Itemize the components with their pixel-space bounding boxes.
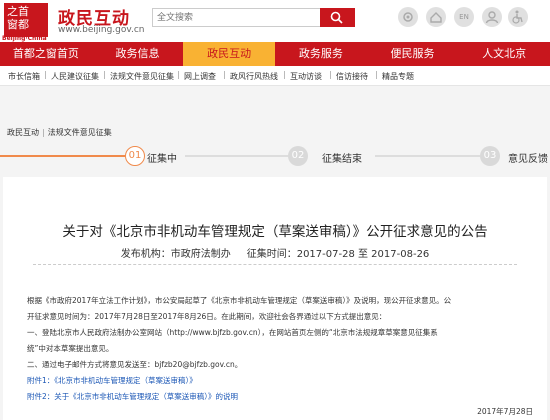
subnav-separator: | — [177, 70, 180, 79]
subnav-item-interviews[interactable]: 互动访谈 — [290, 71, 322, 82]
step-2-indicator: 02 — [288, 146, 308, 166]
user-icon[interactable] — [482, 7, 502, 27]
article-meta: 发布机构：市政府法制办 征集时间：2017-07-28 至 2017-08-26 — [3, 245, 547, 260]
attachment-1-link[interactable]: 附件1：《北京市非机动车管理规定（草案送审稿）》 — [27, 376, 197, 385]
paragraph: 一、登陆北京市人民政府法制办公室网站（http://www.bjfzb.gov.… — [27, 328, 438, 337]
nav-item-culture[interactable]: 人文北京 — [458, 42, 550, 66]
article-body: 根据《市政府2017年立法工作计划》，市公安局起草了《北京市非机动车管理规定（草… — [27, 293, 527, 405]
progress-line-done — [0, 155, 125, 157]
subnav-item-suggestions[interactable]: 人民建议征集 — [51, 71, 99, 82]
breadcrumb: 政民互动 | 法规文件意见征集 — [7, 127, 112, 138]
subnav-item-topics[interactable]: 精品专题 — [382, 71, 414, 82]
search-button[interactable] — [320, 8, 355, 27]
accessibility-icon[interactable] — [508, 7, 528, 27]
breadcrumb-separator: | — [42, 128, 45, 137]
article-period: 征集时间：2017-07-28 至 2017-08-26 — [246, 249, 430, 260]
subnav-separator: | — [375, 70, 378, 79]
search-bar — [152, 8, 355, 27]
subnav-item-hotline[interactable]: 政风行风热线 — [230, 71, 278, 82]
step-3-label: 意见反馈 — [508, 154, 548, 165]
article-publisher: 发布机构：市政府法制办 — [120, 249, 231, 260]
site-url: www.beijing.gov.cn — [58, 25, 145, 35]
logo-subtitle: Beijing·China — [2, 35, 47, 42]
subnav-separator: | — [103, 70, 106, 79]
paragraph: 开征求意见时间为：2017年7月28日至2017年8月26日。在此期间，欢迎社会… — [27, 312, 387, 321]
gear-icon[interactable] — [398, 7, 418, 27]
step-2-label: 征集结束 — [322, 154, 362, 165]
breadcrumb-interaction[interactable]: 政民互动 — [7, 128, 39, 137]
subnav-item-regulations[interactable]: 法规文件意见征集 — [110, 71, 174, 82]
step-3-indicator: 03 — [480, 146, 500, 166]
progress-line — [375, 155, 480, 157]
en-icon[interactable]: EN — [454, 7, 474, 27]
nav-item-gov-info[interactable]: 政务信息 — [92, 42, 184, 66]
subnav-separator: | — [44, 70, 47, 79]
main-nav: 首都之窗首页 政务信息 政民互动 政务服务 便民服务 人文北京 — [0, 42, 550, 66]
breadcrumb-regulations[interactable]: 法规文件意见征集 — [48, 128, 112, 137]
step-1-label: 征集中 — [147, 154, 177, 165]
nav-item-interaction[interactable]: 政民互动 — [183, 42, 276, 66]
nav-item-gov-service[interactable]: 政务服务 — [275, 42, 367, 66]
collection-progress: 01 征集中 02 征集结束 03 意见反馈 — [0, 145, 550, 167]
search-icon — [330, 11, 343, 24]
en-label: EN — [459, 13, 469, 21]
home-icon[interactable] — [426, 7, 446, 27]
logo-row1: 之首 — [7, 5, 29, 18]
subnav-item-survey[interactable]: 网上调查 — [184, 71, 216, 82]
divider — [33, 264, 517, 265]
sub-nav: 市长信箱 | 人民建议征集 | 法规文件意见征集 | 网上调查 | 政风行风热线… — [0, 66, 550, 86]
subnav-item-mayor-mail[interactable]: 市长信箱 — [8, 71, 40, 82]
attachment-2-link[interactable]: 附件2：关于《北京市非机动车管理规定（草案送审稿）》的说明 — [27, 392, 238, 401]
nav-item-public-service[interactable]: 便民服务 — [367, 42, 459, 66]
nav-item-home[interactable]: 首都之窗首页 — [0, 42, 92, 66]
logo-row2: 窗都 — [7, 18, 29, 31]
site-header: 之首 窗都 Beijing·China 政民互动 www.beijing.gov… — [0, 0, 550, 42]
subnav-separator: | — [329, 70, 332, 79]
subnav-separator: | — [283, 70, 286, 79]
progress-line — [185, 155, 288, 157]
step-1-indicator: 01 — [125, 146, 145, 166]
paragraph: 根据《市政府2017年立法工作计划》，市公安局起草了《北京市非机动车管理规定（草… — [27, 296, 452, 305]
site-logo[interactable]: 之首 窗都 — [4, 3, 48, 37]
paragraph: 二、通过电子邮件方式将意见发送至：bjfzb20@bjfzb.gov.cn。 — [27, 360, 243, 369]
paragraph: 统”中对本草案提出意见。 — [27, 344, 114, 353]
search-input[interactable] — [152, 8, 322, 27]
article-title: 关于对《北京市非机动车管理规定（草案送审稿）》公开征求意见的公告 — [62, 224, 488, 240]
subnav-separator: | — [223, 70, 226, 79]
article-date: 2017年7月28日 — [477, 407, 533, 416]
article-card: 关于对《北京市非机动车管理规定（草案送审稿）》公开征求意见的公告 发布机构：市政… — [3, 177, 547, 420]
subnav-item-petitions[interactable]: 信访接待 — [336, 71, 368, 82]
